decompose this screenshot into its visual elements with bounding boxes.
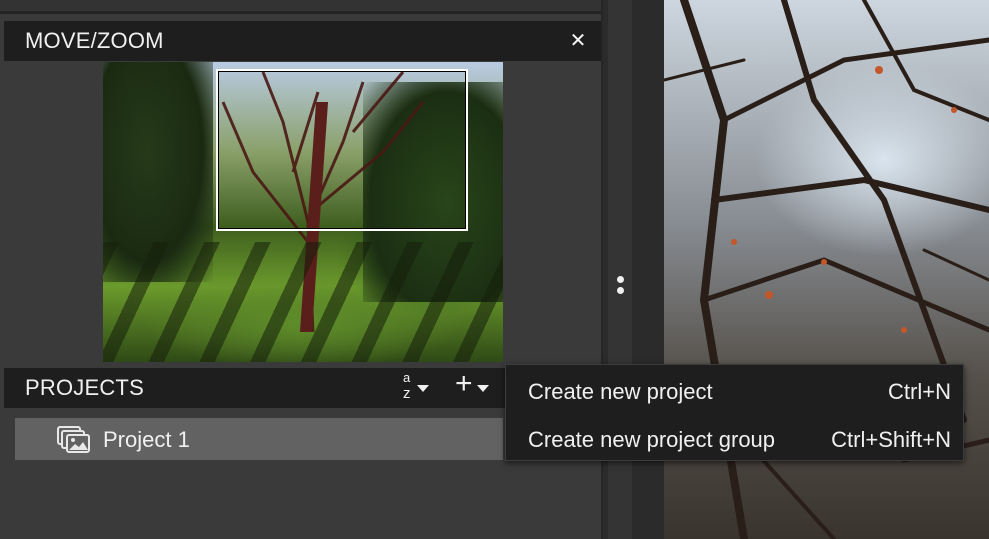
thumbnail-shadows (103, 242, 503, 362)
zoom-viewport-rectangle[interactable] (216, 69, 468, 231)
sort-az-icon: a (403, 370, 411, 385)
plus-icon: + (455, 367, 473, 400)
splitter-handle-icon (617, 287, 624, 294)
chevron-down-icon (477, 385, 489, 392)
menu-item-label: Create new project (528, 379, 713, 404)
project-images-icon (57, 426, 90, 453)
move-zoom-title: MOVE/ZOOM (25, 28, 164, 53)
splitter-handle-icon (617, 276, 624, 283)
project-label: Project 1 (103, 427, 190, 452)
navigator-area (4, 61, 601, 363)
navigator-thumbnail[interactable] (103, 62, 503, 362)
menu-item-label: Create new project group (528, 427, 776, 452)
add-button[interactable]: + (455, 368, 493, 404)
collapsed-panel-strip (0, 0, 601, 14)
sort-az-icon-z: z (403, 385, 411, 402)
chevron-down-icon (417, 385, 429, 392)
move-zoom-header: MOVE/ZOOM ✕ (4, 21, 601, 61)
menu-item-create-project-group[interactable]: Create new project group Ctrl+Shift+N (506, 415, 963, 463)
close-icon[interactable]: ✕ (567, 30, 589, 52)
sort-button[interactable]: a z (401, 370, 435, 404)
projects-title: PROJECTS (25, 375, 144, 400)
menu-item-shortcut: Ctrl+N (888, 379, 951, 404)
projects-actions: a z + (401, 368, 493, 404)
project-list-item[interactable]: Project 1 (15, 418, 503, 460)
menu-item-shortcut: Ctrl+Shift+N (831, 427, 951, 452)
menu-item-create-project[interactable]: Create new project Ctrl+N (506, 367, 963, 415)
add-project-menu: Create new project Ctrl+N Create new pro… (505, 364, 964, 461)
